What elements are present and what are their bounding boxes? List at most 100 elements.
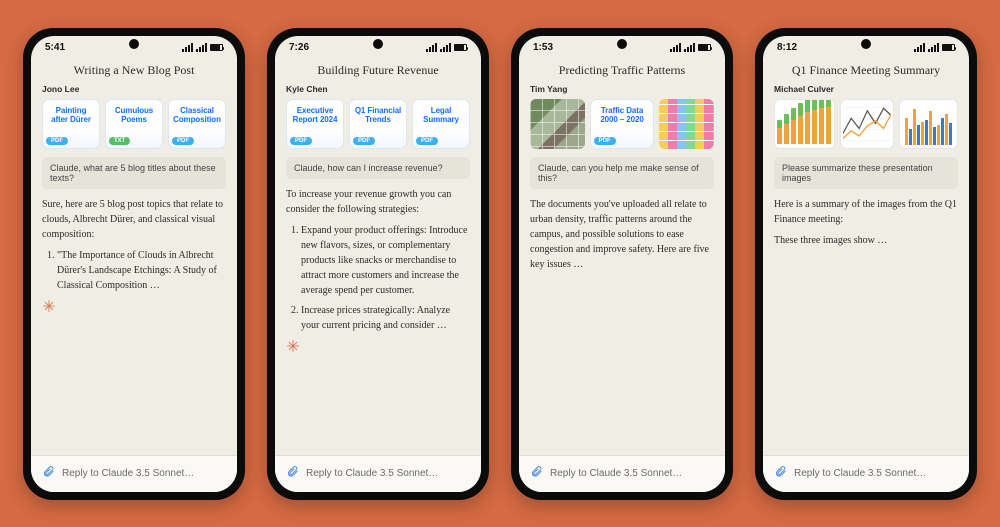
assistant-response: To increase your revenue growth you can … [286,187,470,353]
attachment-card[interactable]: Traffic Data 2000 – 2020 PDF [590,99,655,149]
phone-frame: 1:53 Predicting Traffic Patterns Tim Yan… [511,28,733,500]
signal-icon [914,43,925,52]
attachment-row: Traffic Data 2000 – 2020 PDF [530,99,714,149]
conversation-title: Building Future Revenue [275,58,481,84]
response-intro: To increase your revenue growth you can … [286,187,470,217]
composer-placeholder: Reply to Claude 3.5 Sonnet… [62,468,194,479]
status-icons [670,43,711,52]
signal-icon [440,43,451,52]
battery-icon [210,44,223,51]
assistant-response: The documents you've uploaded all relate… [530,197,714,272]
front-camera [861,39,871,49]
attach-icon[interactable] [774,465,787,483]
attachment-label: Classical Composition [173,106,221,124]
screen: 1:53 Predicting Traffic Patterns Tim Yan… [519,36,725,492]
attachment-label: Legal Summary [417,106,465,124]
status-icons [426,43,467,52]
status-time: 7:26 [289,42,309,53]
composer[interactable]: Reply to Claude 3.5 Sonnet… [519,455,725,492]
filetype-badge: PDF [416,137,438,145]
attachment-row: Painting after Dürer PDF Cumulous Poems … [42,99,226,149]
response-paragraph: These three images show … [774,233,958,248]
attachment-chart-lines[interactable] [840,99,895,149]
response-intro: Sure, here are 5 blog post topics that r… [42,197,226,242]
attachment-card[interactable]: Cumulous Poems TXT [105,99,163,149]
attach-icon[interactable] [42,465,55,483]
attachment-label: Q1 Financial Trends [354,106,402,124]
response-paragraph: Here is a summary of the images from the… [774,197,958,227]
attachment-chart-grouped[interactable] [899,99,958,149]
attachment-label: Cumulous Poems [110,106,158,124]
screen: 8:12 Q1 Finance Meeting Summary Michael … [763,36,969,492]
signal-icon [670,43,681,52]
assistant-response: Sure, here are 5 blog post topics that r… [42,197,226,313]
screen: 5:41 Writing a New Blog Post Jono Lee Pa… [31,36,237,492]
battery-icon [454,44,467,51]
signal-icon [928,43,939,52]
attachment-image-stickies[interactable] [659,99,714,149]
front-camera [129,39,139,49]
content-area: Painting after Dürer PDF Cumulous Poems … [31,99,237,455]
attachment-label: Painting after Dürer [47,106,95,124]
attach-icon[interactable] [286,465,299,483]
battery-icon [942,44,955,51]
attachment-card[interactable]: Classical Composition PDF [168,99,226,149]
composer[interactable]: Reply to Claude 3.5 Sonnet… [31,455,237,492]
response-intro: The documents you've uploaded all relate… [530,197,714,272]
attachment-card[interactable]: Executive Report 2024 PDF [286,99,344,149]
signal-icon [684,43,695,52]
attachment-chart-bars[interactable] [774,99,835,149]
composer-placeholder: Reply to Claude 3.5 Sonnet… [794,468,926,479]
conversation-title: Predicting Traffic Patterns [519,58,725,84]
composer[interactable]: Reply to Claude 3.5 Sonnet… [763,455,969,492]
composer[interactable]: Reply to Claude 3.5 Sonnet… [275,455,481,492]
filetype-badge: PDF [353,137,375,145]
author-name: Jono Lee [31,84,237,99]
filetype-badge: PDF [46,137,68,145]
response-item: Expand your product offerings: Introduce… [301,223,470,298]
battery-icon [698,44,711,51]
status-time: 1:53 [533,42,553,53]
front-camera [373,39,383,49]
attachment-label: Executive Report 2024 [291,106,339,124]
attachment-card[interactable]: Q1 Financial Trends PDF [349,99,407,149]
attachment-card[interactable]: Painting after Dürer PDF [42,99,100,149]
filetype-badge: PDF [172,137,194,145]
phone-frame: 5:41 Writing a New Blog Post Jono Lee Pa… [23,28,245,500]
conversation-title: Writing a New Blog Post [31,58,237,84]
phone-frame: 7:26 Building Future Revenue Kyle Chen E… [267,28,489,500]
author-name: Michael Culver [763,84,969,99]
status-icons [182,43,223,52]
attachment-card[interactable]: Legal Summary PDF [412,99,470,149]
filetype-badge: TXT [109,137,130,145]
user-message: Claude, can you help me make sense of th… [530,157,714,189]
content-area: Traffic Data 2000 – 2020 PDF Claude, can… [519,99,725,455]
conversation-title: Q1 Finance Meeting Summary [763,58,969,84]
filetype-badge: PDF [594,137,616,145]
user-message: Claude, how can I increase revenue? [286,157,470,179]
signal-icon [426,43,437,52]
screen: 7:26 Building Future Revenue Kyle Chen E… [275,36,481,492]
attachment-image-aerial[interactable] [530,99,585,149]
attachment-label: Traffic Data 2000 – 2020 [595,106,650,124]
content-area: Please summarize these presentation imag… [763,99,969,455]
content-area: Executive Report 2024 PDF Q1 Financial T… [275,99,481,455]
attach-icon[interactable] [530,465,543,483]
starburst-icon [286,339,300,353]
filetype-badge: PDF [290,137,312,145]
author-name: Tim Yang [519,84,725,99]
user-message: Please summarize these presentation imag… [774,157,958,189]
signal-icon [196,43,207,52]
starburst-icon [42,299,56,313]
composer-placeholder: Reply to Claude 3.5 Sonnet… [306,468,438,479]
status-time: 5:41 [45,42,65,53]
status-icons [914,43,955,52]
assistant-response: Here is a summary of the images from the… [774,197,958,248]
author-name: Kyle Chen [275,84,481,99]
response-item: "The Importance of Clouds in Albrecht Dü… [57,248,226,293]
status-time: 8:12 [777,42,797,53]
front-camera [617,39,627,49]
attachment-row: Executive Report 2024 PDF Q1 Financial T… [286,99,470,149]
composer-placeholder: Reply to Claude 3.5 Sonnet… [550,468,682,479]
signal-icon [182,43,193,52]
